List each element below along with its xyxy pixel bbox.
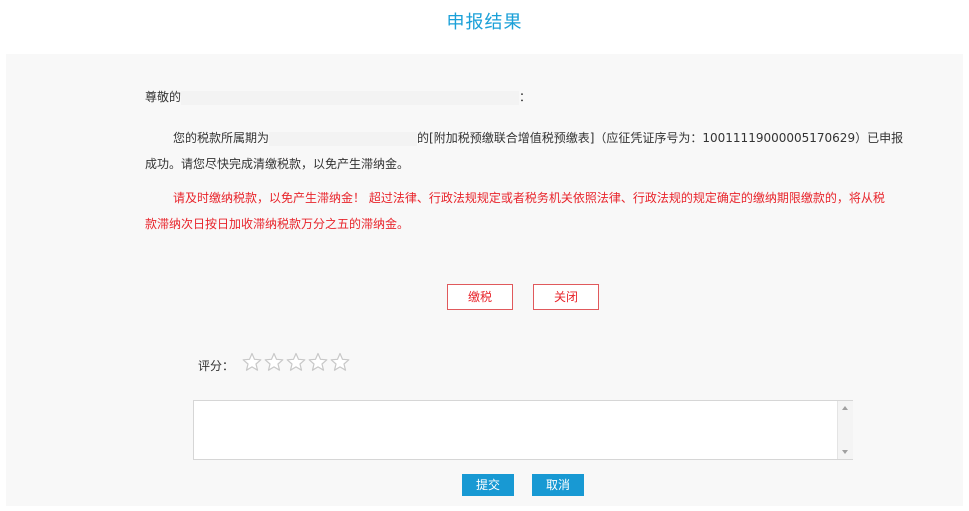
star-icon[interactable] xyxy=(330,352,350,372)
scroll-up-icon[interactable] xyxy=(842,406,848,410)
star-icon[interactable] xyxy=(264,352,284,372)
declaration-message: 您的税款所属期为 的[附加税预缴联合增值税预缴表]（应征凭证序号为：1001111… xyxy=(145,125,905,177)
redacted-taxpayer-name xyxy=(181,90,520,105)
message-line-1: 您的税款所属期为 的[附加税预缴联合增值税预缴表]（应征凭证序号为：1001111… xyxy=(145,125,905,151)
greeting-suffix: ： xyxy=(519,90,532,104)
redacted-tax-period xyxy=(269,131,418,146)
scroll-down-icon[interactable] xyxy=(842,450,848,454)
star-icon[interactable] xyxy=(242,352,262,372)
message-period-label: 您的税款所属期为 xyxy=(173,131,270,145)
greeting-prefix: 尊敬的 xyxy=(145,90,182,104)
pay-tax-button[interactable]: 缴税 xyxy=(447,284,513,310)
greeting-line: 尊敬的 ： xyxy=(145,88,531,105)
close-button[interactable]: 关闭 xyxy=(533,284,599,310)
page-title: 申报结果 xyxy=(446,12,523,33)
submit-button[interactable]: 提交 xyxy=(462,474,514,496)
rating-label: 评分： xyxy=(198,359,235,373)
star-icon[interactable] xyxy=(286,352,306,372)
late-payment-warning: 请及时缴纳税款，以免产生滞纳金！ 超过法律、行政法规规定或者税务机关依照法律、行… xyxy=(145,185,905,237)
comment-input[interactable] xyxy=(193,400,853,460)
star-rating[interactable] xyxy=(242,352,350,372)
message-declaration-detail: 的[附加税预缴联合增值税预缴表]（应征凭证序号为：100111190000051… xyxy=(417,131,904,145)
message-line-2: 成功。请您尽快完成清缴税款，以免产生滞纳金。 xyxy=(145,157,410,171)
warning-line-1: 请及时缴纳税款，以免产生滞纳金！ 超过法律、行政法规规定或者税务机关依照法律、行… xyxy=(173,191,885,205)
warning-line-2: 款滞纳次日按日加收滞纳税款万分之五的滞纳金。 xyxy=(145,217,410,231)
cancel-button[interactable]: 取消 xyxy=(532,474,584,496)
star-icon[interactable] xyxy=(308,352,328,372)
comment-scrollbar[interactable] xyxy=(837,401,853,459)
